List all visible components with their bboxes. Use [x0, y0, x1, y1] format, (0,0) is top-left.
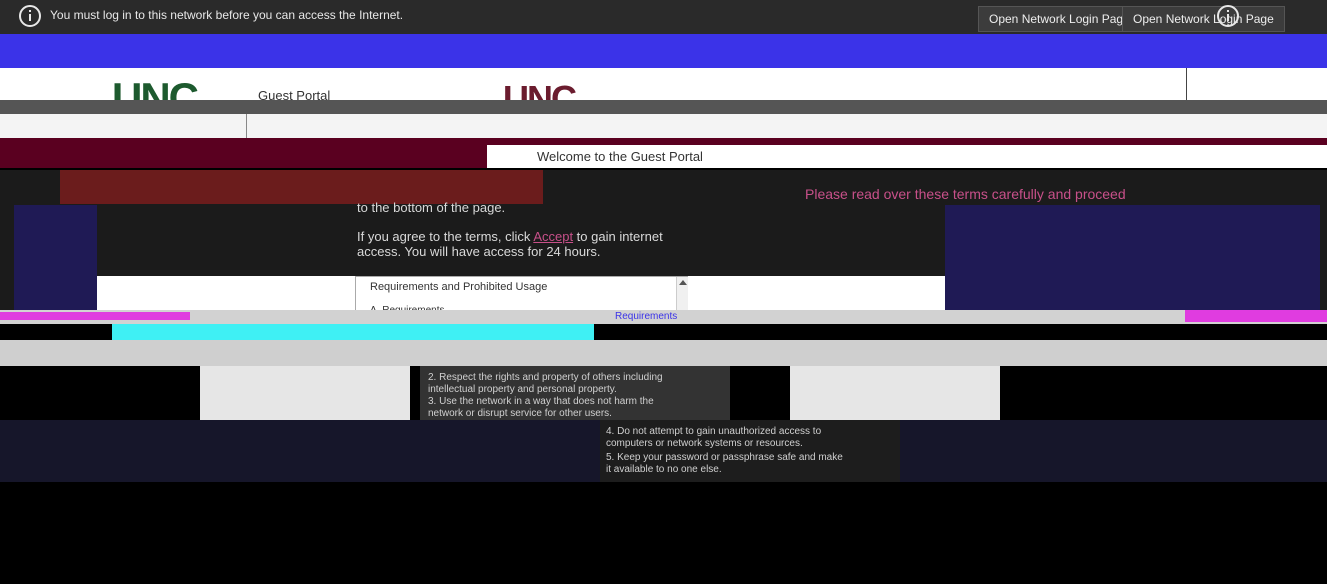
terms-item: 2. Respect the rights and property of ot…: [428, 372, 663, 383]
intro-line-3: access. You will have access for 24 hour…: [357, 244, 601, 259]
glitch-row: [0, 340, 1327, 366]
intro-line-2: If you agree to the terms, click Accept …: [357, 229, 717, 244]
intro-text: to the bottom of the page. If you agree …: [357, 200, 717, 259]
glitch-bar: [112, 324, 594, 340]
terms-item: 5. Keep your password or passphrase safe…: [606, 452, 843, 463]
terms-heading: Requirements and Prohibited Usage: [370, 281, 548, 293]
intro-suffix: to gain internet: [573, 229, 663, 244]
terms-left-margin: [97, 276, 355, 312]
terms-scroll-box[interactable]: Requirements and Prohibited Usage A. Req…: [355, 276, 690, 314]
open-network-login-button[interactable]: Open Network Login Page: [978, 6, 1141, 32]
terms-item: 4. Do not attempt to gain unauthorized a…: [606, 426, 822, 437]
banner-message: You must log in to this network before y…: [50, 8, 404, 22]
side-panel-right: [790, 366, 1000, 420]
terms-item: 3. Use the network in a way that does no…: [428, 396, 654, 407]
info-icon: [19, 5, 41, 27]
open-network-login-button-secondary[interactable]: Open Network Login Page: [1122, 6, 1285, 32]
welcome-bar: Welcome to the Guest Portal: [487, 145, 1327, 168]
intro-line-1: to the bottom of the page.: [357, 200, 506, 215]
side-panel-left: [200, 366, 410, 420]
requirements-label: Requirements: [615, 311, 678, 322]
scroll-up-arrow-icon[interactable]: [679, 280, 687, 285]
divider: [1186, 68, 1187, 100]
network-login-banner: You must log in to this network before y…: [0, 0, 1327, 34]
accept-link[interactable]: Accept: [533, 229, 573, 244]
terms-list-top: 2. Respect the rights and property of ot…: [420, 366, 730, 420]
terms-right-margin: [688, 276, 945, 312]
terms-item: it available to no one else.: [606, 464, 722, 475]
terms-item: network or disrupt service for other use…: [428, 408, 612, 419]
left-panel: [14, 205, 97, 310]
terms-item: computers or network systems or resource…: [606, 438, 803, 449]
glitch-strip: [0, 100, 1327, 114]
terms-list-bottom: 4. Do not attempt to gain unauthorized a…: [600, 420, 900, 482]
glitch-band: [0, 34, 1327, 68]
read-carefully-text: Please read over these terms carefully a…: [805, 186, 1126, 202]
divider: [246, 114, 247, 138]
maroon-tab-left: [60, 170, 300, 204]
welcome-text: Welcome to the Guest Portal: [537, 149, 703, 164]
info-icon: [1217, 5, 1239, 27]
header-strip: [0, 114, 1327, 138]
portal-header: UNC Guest Portal UNC: [0, 68, 1327, 121]
glitch-bar: [1185, 310, 1327, 322]
terms-item: intellectual property and personal prope…: [428, 384, 617, 395]
maroon-tab-right: [300, 170, 543, 204]
right-panel: [945, 205, 1320, 310]
intro-prefix: If you agree to the terms, click: [357, 229, 534, 244]
glitch-bar: [0, 312, 190, 320]
